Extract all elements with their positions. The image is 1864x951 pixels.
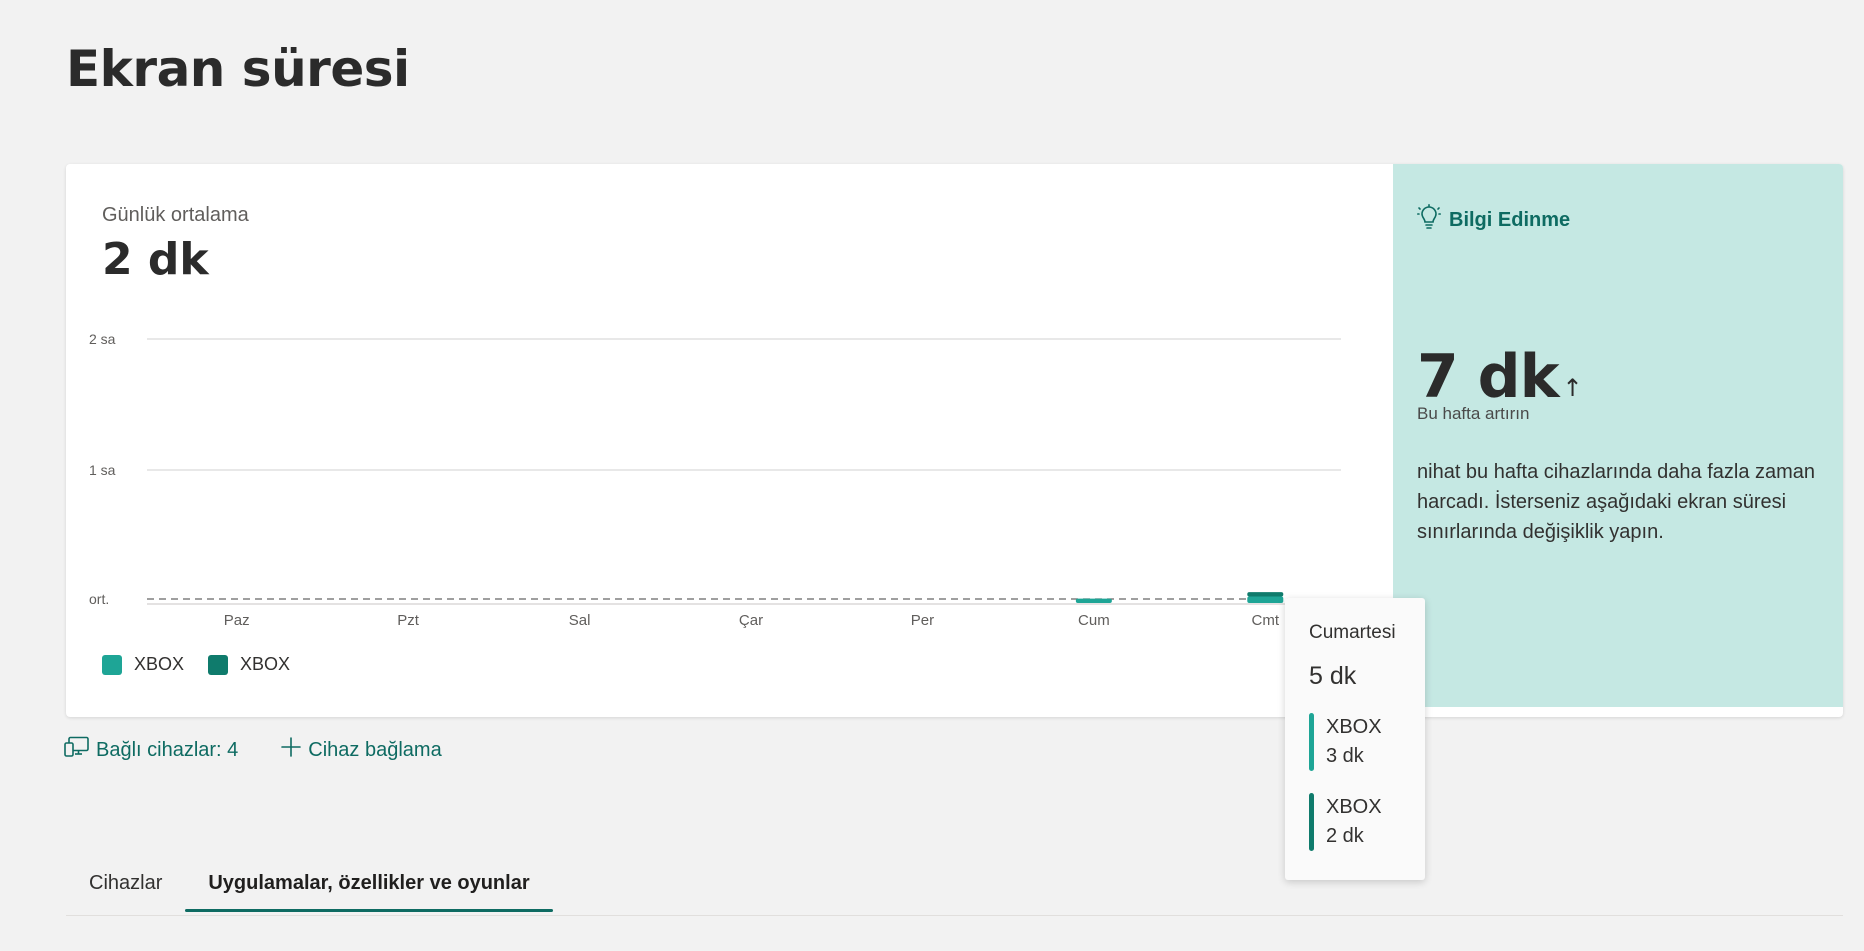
screen-time-card: Günlük ortalama 2 dk 2 sa 1 sa ort. Paz Pzt S… [66,164,1843,717]
insight-subtitle: Bu hafta artırın [1417,404,1530,423]
insight-value-text: 7 dk [1417,342,1559,412]
add-device-label: Cihaz bağlama [308,738,442,761]
tooltip-row-name: XBOX [1326,716,1382,738]
legend-item-series-1: XBOX [102,654,184,675]
x-tick-label: Çar [739,612,763,629]
connected-devices-label: Bağlı cihazlar: 4 [96,738,239,761]
usage-chart: 2 sa 1 sa ort. Paz Pzt Sal Çar Per Cum Cmt [89,331,1341,629]
insight-header: Bilgi Edinme [1417,204,1570,236]
bar [1247,596,1284,603]
connected-devices-link[interactable]: Bağlı cihazlar: 4 [64,736,238,764]
devices-icon [64,736,90,764]
legend-label-series-2: XBOX [240,654,291,674]
tooltip-row: XBOX 2 dk [1309,793,1425,851]
tooltip-row-value: 3 dk [1326,745,1364,767]
legend-swatch-series-2 [208,654,229,675]
legend-label-series-1: XBOX [134,654,185,674]
legend-swatch-series-1 [102,654,122,675]
bar [1247,592,1284,597]
insight-panel: Bilgi Edinme 7 dk ↑ Bu hafta artırın nih… [1393,164,1843,707]
add-device-link[interactable]: Cihaz bağlama [280,736,442,764]
tab-bar: Cihazlar Uygulamalar, özellikler ve oyun… [66,862,1843,916]
tooltip-total: 5 dk [1309,662,1357,690]
x-tick-label: Sal [569,612,591,629]
tooltip-row-bar [1309,713,1314,771]
tooltip-row-value: 2 dk [1326,825,1364,847]
x-tick-label: Per [911,612,934,629]
average-label: ort. [89,591,109,607]
insight-title: Bilgi Edinme [1449,208,1571,231]
bar [1075,598,1112,603]
x-tick-label: Cum [1078,612,1110,629]
chart-legend: XBOX XBOX [102,654,290,675]
tooltip-row: XBOX 3 dk [1309,713,1425,771]
insight-description: nihat bu hafta cihazlarında daha fazla z… [1417,461,1816,543]
tab-devices[interactable]: Cihazlar [66,862,185,916]
tab-apps-features-games[interactable]: Uygulamalar, özellikler ve oyunlar [185,862,553,916]
x-tick-label: Cmt [1252,612,1280,629]
chart-tooltip: Cumartesi 5 dk XBOX 3 dk XBOX 2 dk [1285,598,1425,880]
plus-icon [280,736,302,764]
y-tick-label: 2 sa [89,331,116,347]
x-tick-label: Paz [224,612,250,629]
legend-item-series-2: XBOX [208,654,290,675]
tooltip-day: Cumartesi [1309,622,1396,643]
x-tick-label: Pzt [397,612,420,629]
tooltip-row-bar [1309,793,1314,851]
lightbulb-icon [1417,204,1442,236]
y-tick-label: 1 sa [89,462,116,478]
arrow-up-icon: ↑ [1562,374,1583,402]
page-title: Ekran süresi [66,40,410,98]
insight-value: 7 dk ↑ [1417,342,1583,412]
tooltip-row-name: XBOX [1326,796,1382,818]
device-links: Bağlı cihazlar: 4 Cihaz bağlama [64,736,442,764]
